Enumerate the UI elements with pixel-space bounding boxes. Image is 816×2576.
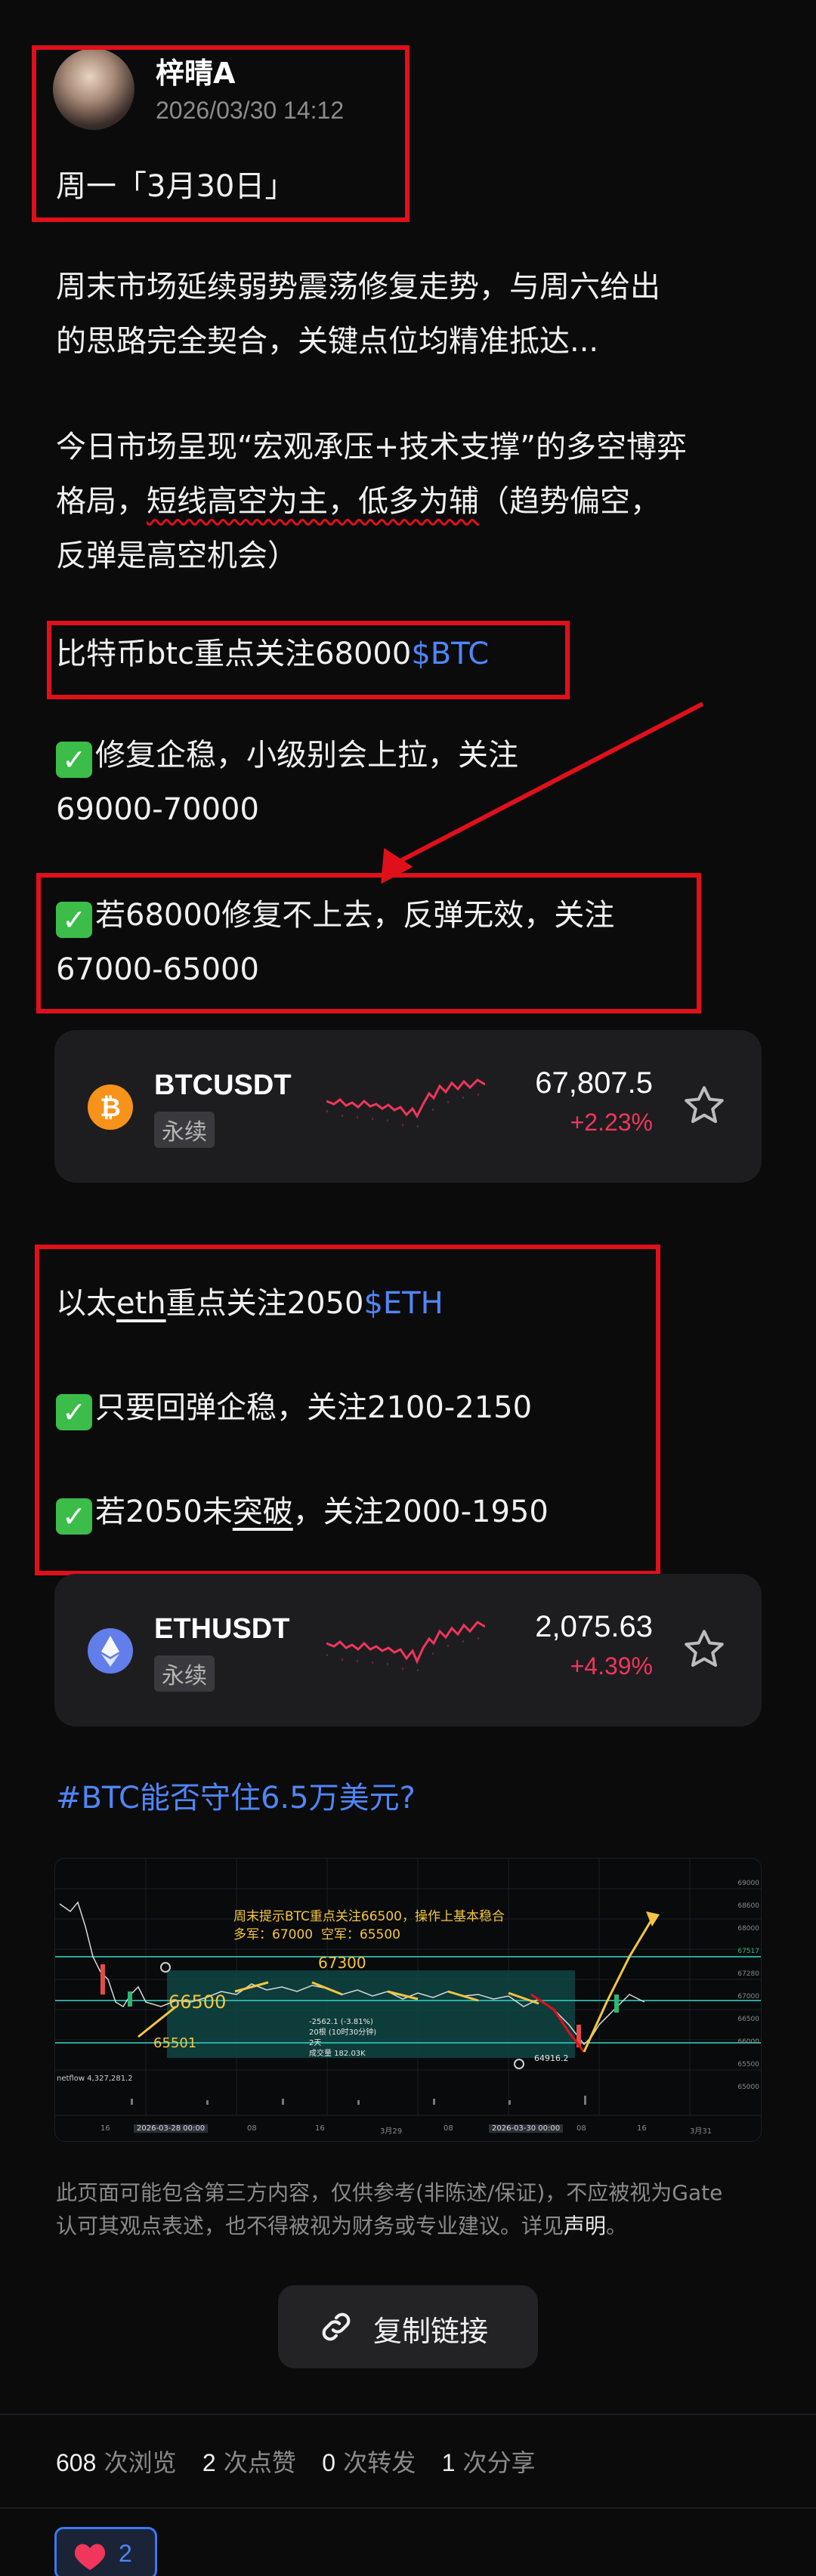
time-tick: 08: [576, 2124, 586, 2133]
time-tick: 3月29: [380, 2127, 403, 2136]
chart-time-axis: 16 2026-03-28 00:00 08 16 3月29 08 16 202…: [55, 2124, 761, 2139]
reposts-count: 0: [322, 2449, 336, 2476]
intro-line-2a: 今日市场呈现“宏观承压+技术支撑”的多空博弈: [56, 430, 687, 464]
price-tick: 65000: [737, 2084, 759, 2091]
check-icon: ✓: [56, 742, 92, 778]
time-tick: 16: [315, 2124, 325, 2133]
ethereum-icon: [88, 1628, 133, 1674]
likes-count: 2: [202, 2449, 216, 2476]
time-tick: 3月31: [690, 2127, 712, 2136]
shares-count: 1: [441, 2449, 456, 2476]
intro-paragraph-2: 今日市场呈现“宏观承压+技术支撑”的多空博弈 格局，短线高空为主，低多为辅（趋势…: [56, 420, 687, 583]
highlighted-phrase: 短线高空为主，低多为辅: [147, 484, 479, 519]
chart-stat: 20根 (10时30分钟): [309, 2028, 377, 2037]
intro-line-1a: 周末市场延续弱势震荡修复走势，与周六给出: [56, 270, 660, 304]
disclaimer-line-2: 认可其观点表述，也不得被视为财务或专业建议。详见声明。: [56, 2210, 774, 2243]
intro-paragraph-1: 周末市场延续弱势震荡修复走势，与周六给出 的思路完全契合，关键点位均精准抵达..…: [56, 260, 660, 369]
time-tick: 2026-03-30 00:00: [489, 2124, 564, 2133]
favorite-star-icon[interactable]: [682, 1083, 727, 1128]
price-tick: 66000: [737, 2038, 759, 2046]
ticker-card-btc[interactable]: ₿ BTCUSDT 永续 67,807.5 +2.23%: [54, 1030, 762, 1183]
divider: [0, 2414, 816, 2415]
intro-text: （趋势偏空，: [479, 484, 660, 519]
time-tick: 2026-03-28 00:00: [134, 2124, 209, 2133]
reposts-label: 次转发: [343, 2448, 416, 2477]
price-tick: 69000: [737, 1880, 759, 1887]
copy-link-label: 复制链接: [373, 2315, 489, 2348]
like-count: 2: [119, 2540, 132, 2567]
copy-link-button[interactable]: 复制链接: [278, 2285, 538, 2368]
shares-label: 次分享: [462, 2448, 536, 2477]
annotation-box-btc-focus: [47, 621, 570, 699]
chart-label-low: 64916.2: [534, 2053, 569, 2063]
disclaimer-link[interactable]: 声明: [564, 2214, 606, 2238]
favorite-star-icon[interactable]: [682, 1627, 727, 1672]
chart-label-67300: 67300: [318, 1954, 366, 1972]
annotation-box-eth: [35, 1245, 660, 1575]
ticker-type-tag: 永续: [154, 1655, 215, 1692]
annotation-box-btc-point-2: [36, 873, 701, 1013]
views-count: 608: [56, 2449, 97, 2476]
ticker-type-tag: 永续: [154, 1112, 215, 1148]
divider: [0, 2507, 816, 2509]
chart-label-65501: 65501: [153, 2035, 197, 2051]
heart-icon: [74, 2544, 106, 2571]
disclaimer-line-1: 此页面可能包含第三方内容，仅供参考(非陈述/保证)，不应被视为Gate: [56, 2180, 723, 2205]
chart-stat: 2天: [309, 2039, 322, 2047]
link-icon: [322, 2312, 351, 2341]
likes-label: 次点赞: [223, 2448, 296, 2477]
chart-headline: 周末提示BTC重点关注66500，操作上基本稳合: [233, 1909, 505, 1924]
price-tick: 67000: [737, 1993, 759, 2001]
price-tick: 67517: [737, 1948, 759, 1955]
chart-screenshot[interactable]: 周末提示BTC重点关注66500，操作上基本稳合 多军：67000 空军：655…: [54, 1858, 762, 2142]
time-tick: 16: [637, 2124, 647, 2133]
intro-line-2c: 反弹是高空机会）: [56, 538, 298, 573]
ticker-card-eth[interactable]: ETHUSDT 永续 2,075.63 +4.39%: [54, 1574, 762, 1726]
annotation-arrow: [381, 702, 704, 884]
chart-label-66500: 66500: [168, 1991, 227, 2013]
sparkline: [326, 1078, 485, 1128]
chart-indicator: netflow 4,327,281.2: [57, 2075, 133, 2083]
ticker-change: +4.39%: [570, 1652, 653, 1680]
chart-stat: 成交量 182.03K: [309, 2050, 366, 2058]
disclaimer-text: 认可其观点表述，也不得被视为财务或专业建议。详见: [56, 2214, 564, 2238]
annotation-box-header: [32, 45, 410, 222]
ticker-price: 67,807.5: [535, 1066, 653, 1100]
price-tick: 66500: [737, 2016, 759, 2023]
intro-line-2b: 格局，短线高空为主，低多为辅（趋势偏空，: [56, 474, 687, 529]
intro-text: 格局，: [56, 484, 147, 519]
chart-subline: 多军：67000 空军：65500: [233, 1927, 400, 1942]
views-label: 次浏览: [104, 2448, 177, 2477]
bitcoin-icon: ₿: [88, 1084, 133, 1130]
sparkline: [326, 1621, 485, 1671]
ticker-price: 2,075.63: [535, 1610, 653, 1643]
chart-stats: -2562.1 (-3.81%) 20根 (10时30分钟) 2天 成交量 18…: [309, 2017, 376, 2059]
svg-text:₿: ₿: [100, 1093, 121, 1123]
chart-stat: -2562.1 (-3.81%): [309, 2018, 373, 2026]
like-button[interactable]: 2: [54, 2527, 157, 2576]
ticker-pair: ETHUSDT: [154, 1613, 290, 1645]
disclaimer: 此页面可能包含第三方内容，仅供参考(非陈述/保证)，不应被视为Gate 认可其观…: [56, 2176, 774, 2243]
stats-row: 608 次浏览 2 次点赞 0 次转发 1 次分享: [56, 2444, 536, 2479]
time-tick: 08: [444, 2124, 453, 2133]
price-tick: 68000: [737, 1925, 759, 1933]
intro-line-1b: 的思路完全契合，关键点位均精准抵达...: [56, 324, 599, 359]
price-tick: 67280: [737, 1970, 759, 1978]
chart-price-axis: 69000 68600 68000 67517 67280 67000 6650…: [728, 1872, 759, 2099]
time-tick: 08: [247, 2124, 257, 2133]
hashtag-link[interactable]: #BTC能否守住6.5万美元?: [56, 1773, 416, 1817]
ticker-change: +2.23%: [570, 1109, 653, 1136]
price-tick: 68600: [737, 1902, 759, 1910]
disclaimer-text: 。: [606, 2214, 628, 2238]
price-tick: 65500: [737, 2061, 759, 2069]
ticker-pair: BTCUSDT: [154, 1069, 292, 1101]
time-tick: 16: [100, 2124, 110, 2133]
